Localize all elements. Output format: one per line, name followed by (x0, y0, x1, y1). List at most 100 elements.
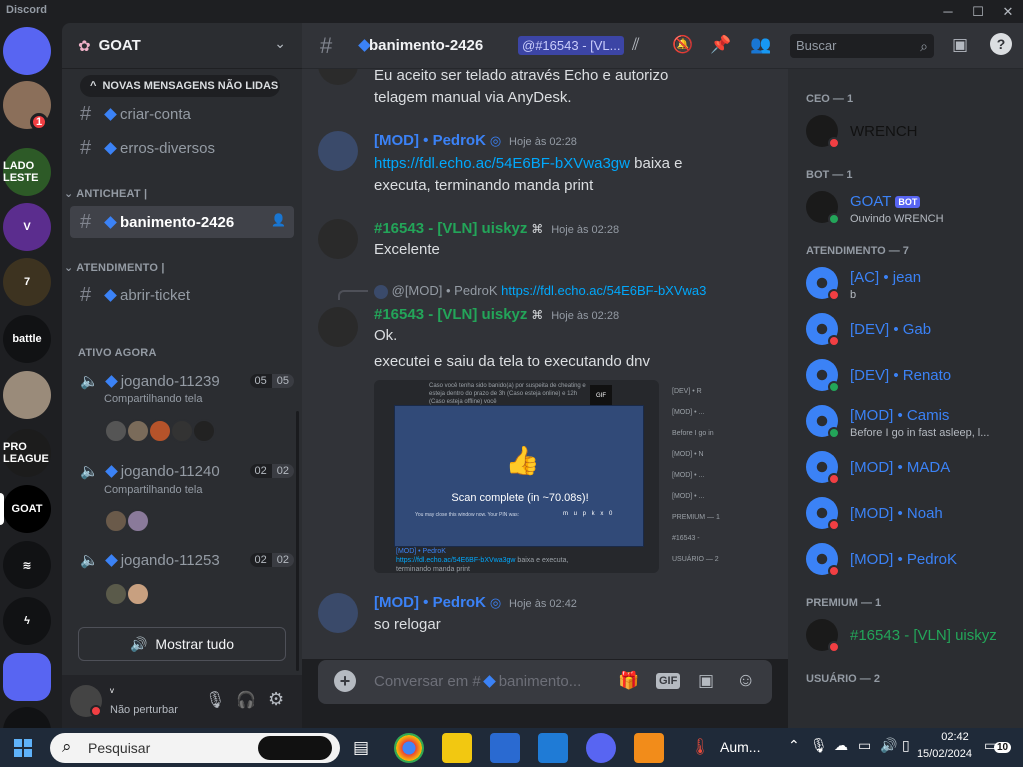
show-all-button[interactable]: 🔊 Mostrar tudo (78, 627, 286, 661)
unread-pill[interactable]: ^ NOVAS MENSAGENS NÃO LIDAS (80, 75, 280, 97)
discord-home-icon[interactable] (3, 27, 51, 75)
message-link[interactable]: https://fdl.echo.ac/54E6BF-bXVwa3gw (374, 155, 630, 172)
network-icon[interactable]: ▭ (858, 737, 871, 754)
member-item[interactable]: [AC] • jean b (806, 263, 1016, 305)
server-couple-icon[interactable] (3, 371, 51, 419)
voice-channel-11239[interactable]: 🔈 jogando-11239 05 05 (80, 372, 294, 390)
member-item[interactable]: GOAT BOT Ouvindo WRENCH (806, 187, 1016, 229)
headphones-icon[interactable]: 🎧 (236, 690, 256, 710)
reply-preview[interactable]: @[MOD] • PedroK https://fdl.echo.ac/54E6… (374, 283, 706, 299)
avatar[interactable] (192, 419, 216, 443)
avatar[interactable] (170, 419, 194, 443)
server-battle-icon[interactable]: battle (3, 315, 51, 363)
avatar[interactable] (318, 593, 358, 633)
category-atendimento[interactable]: ⌄ ATENDIMENTO | (64, 261, 165, 274)
channel-erros-diversos[interactable]: # erros-diversos (70, 132, 294, 164)
member-item[interactable]: [DEV] • Gab (806, 309, 1016, 351)
discord-taskbar-icon[interactable] (586, 733, 616, 763)
voice-channel-11240[interactable]: 🔈 jogando-11240 02 02 (80, 462, 294, 480)
voice-channel-11253[interactable]: 🔈 jogando-11253 02 02 (80, 551, 294, 569)
category-anticheat[interactable]: ⌄ ANTICHEAT | (64, 187, 147, 200)
server-proleague-icon[interactable]: PRO LEAGUE (3, 429, 51, 477)
member-item[interactable]: #16543 - [VLN] uiskyz (806, 615, 1016, 657)
thread-chip[interactable]: @#16543 - [VL... (518, 36, 625, 55)
server-goat-icon[interactable]: GOAT (3, 485, 51, 533)
clock-date[interactable]: 15/02/2024 (906, 748, 972, 760)
author-name[interactable]: #16543 - [VLN] uiskyz (374, 220, 527, 237)
avatar[interactable] (318, 131, 358, 171)
server-folder-icon[interactable] (3, 653, 51, 701)
add-attachment-icon[interactable]: + (334, 670, 356, 692)
author-name[interactable]: #16543 - [VLN] uiskyz (374, 306, 527, 323)
message-text: baixa e (634, 155, 683, 172)
channel-sidebar: ✿ GOAT ⌄ ^ NOVAS MENSAGENS NÃO LIDAS # cr… (62, 23, 302, 728)
gear-icon[interactable]: ⚙ (268, 689, 284, 710)
server-7-icon[interactable]: 7 (3, 258, 51, 306)
avatar[interactable] (126, 582, 150, 606)
members-icon[interactable]: 👥 (750, 35, 771, 55)
taskbar-search[interactable]: ⌕ Pesquisar (50, 733, 340, 763)
maximize-button[interactable]: ☐ (963, 2, 993, 21)
server-last-icon[interactable] (3, 707, 51, 728)
avatar[interactable] (318, 69, 358, 85)
weather-text[interactable]: Aum... (720, 739, 760, 755)
image-attachment[interactable]: Caso você tenha sido banido(a) por suspe… (374, 380, 659, 573)
task-view-icon[interactable]: ▤ (346, 733, 376, 763)
microphone-icon[interactable]: 🎙 (810, 737, 828, 754)
avatar[interactable] (318, 307, 358, 347)
message-header: [MOD] • PedroK ◎ Hoje às 02:42 (374, 594, 577, 611)
sticker-icon[interactable]: ▣ (698, 671, 714, 691)
member-item[interactable]: [MOD] • Camis Before I go in fast asleep,… (806, 401, 1016, 443)
avatar[interactable] (104, 582, 128, 606)
server-green-icon[interactable]: ≋ (3, 541, 51, 589)
help-icon[interactable]: ? (990, 33, 1012, 55)
emoji-icon[interactable]: ☺ (736, 670, 755, 692)
add-user-icon[interactable]: 👤 (271, 213, 286, 227)
avatar[interactable] (148, 419, 172, 443)
member-item[interactable]: WRENCH (806, 111, 1016, 153)
message-composer[interactable]: + Conversar em # banimento... 🎁 GIF ▣ ☺ (318, 660, 772, 704)
file-explorer-icon[interactable] (442, 733, 472, 763)
server-ladoleste-icon[interactable]: LADO LESTE (3, 148, 51, 196)
scrollbar[interactable] (296, 411, 299, 671)
server-v-icon[interactable]: V (3, 203, 51, 251)
close-button[interactable]: ✕ (993, 2, 1023, 21)
member-item[interactable]: [MOD] • MADA (806, 447, 1016, 489)
channel-abrir-ticket[interactable]: # abrir-ticket (70, 279, 294, 311)
author-name[interactable]: [MOD] • PedroK (374, 594, 486, 611)
avatar[interactable] (104, 509, 128, 533)
search-input[interactable]: Buscar ⌕ (790, 34, 934, 58)
avatar[interactable] (104, 419, 128, 443)
store-icon[interactable] (490, 733, 520, 763)
server-lightning-icon[interactable]: ϟ (3, 597, 51, 645)
composer-placeholder[interactable]: Conversar em # banimento... (374, 673, 581, 690)
avatar[interactable] (126, 509, 150, 533)
clock-time[interactable]: 02:42 (940, 731, 970, 743)
minimize-button[interactable]: ─ (933, 2, 963, 21)
copilot-icon[interactable] (258, 736, 332, 760)
mute-bell-icon[interactable]: 🔕 (672, 35, 693, 55)
cloud-icon[interactable]: ☁ (834, 737, 848, 754)
microphone-icon[interactable]: 🎙 (205, 690, 225, 710)
member-item[interactable]: [MOD] • Noah (806, 493, 1016, 535)
avatar[interactable] (126, 419, 150, 443)
author-name[interactable]: [MOD] • PedroK (374, 132, 486, 149)
pin-icon[interactable]: 📌 (710, 35, 731, 55)
status-indicator (828, 213, 840, 225)
chevron-up-icon[interactable]: ⌃ (788, 737, 800, 754)
app-icon[interactable] (634, 733, 664, 763)
windows-start-icon[interactable] (14, 739, 32, 757)
server-header[interactable]: ✿ GOAT ⌄ (62, 23, 302, 69)
channel-criar-conta[interactable]: # criar-conta (70, 98, 294, 130)
member-item[interactable]: [MOD] • PedroK (806, 539, 1016, 581)
member-item[interactable]: [DEV] • Renato (806, 355, 1016, 397)
inbox-icon[interactable]: ▣ (952, 35, 968, 55)
avatar[interactable] (318, 219, 358, 259)
mail-icon[interactable] (538, 733, 568, 763)
gift-icon[interactable]: 🎁 (618, 671, 639, 691)
chrome-icon[interactable] (394, 733, 424, 763)
channel-banimento-active[interactable]: # banimento-2426 👤 (70, 206, 294, 238)
threads-icon[interactable]: ⫽ (632, 35, 640, 55)
volume-icon[interactable]: 🔊 (880, 737, 897, 754)
gif-icon[interactable]: GIF (656, 673, 681, 689)
